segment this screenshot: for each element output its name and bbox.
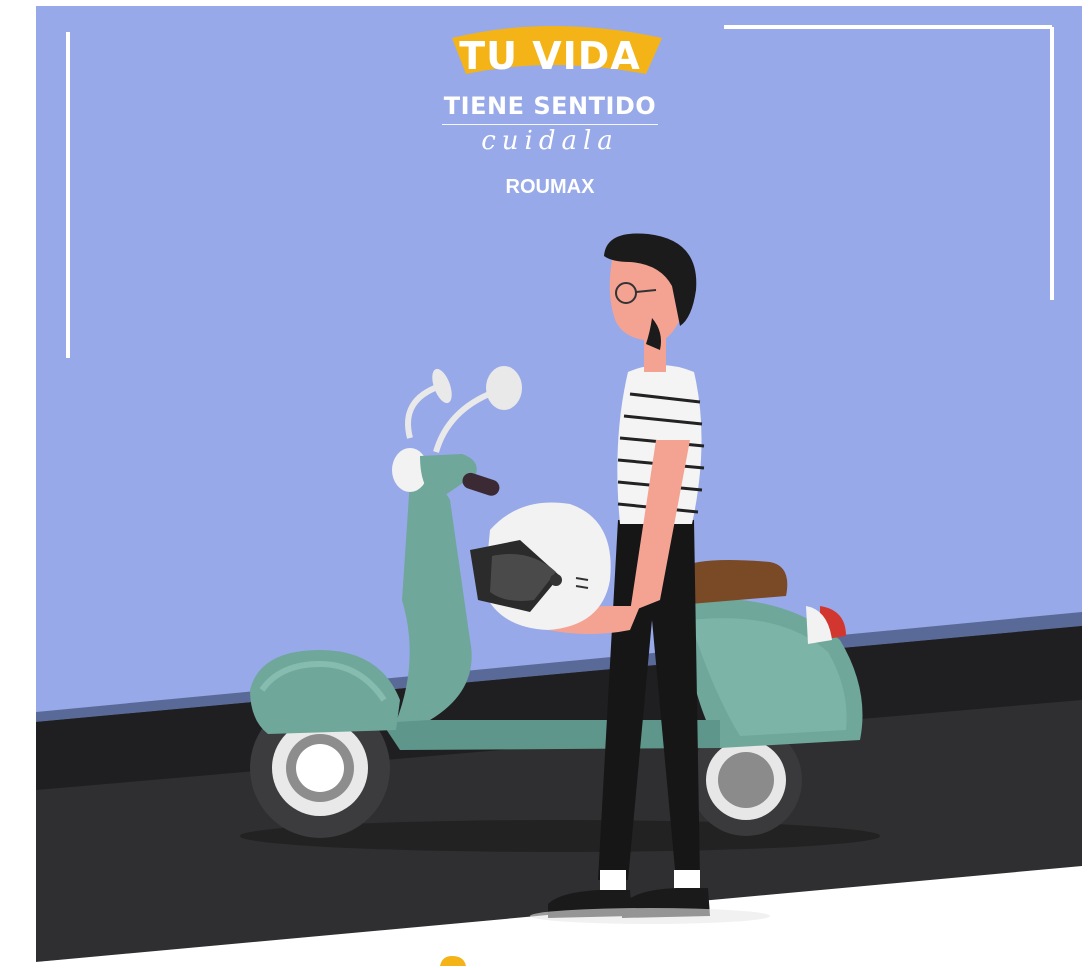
logo-divider bbox=[442, 124, 658, 125]
brand-logo: ROUMAX bbox=[505, 176, 595, 198]
title-text: TU VIDA bbox=[459, 34, 641, 78]
subtitle-text: TIENE SENTIDO bbox=[443, 92, 657, 120]
script-text: cuidala bbox=[481, 126, 619, 156]
